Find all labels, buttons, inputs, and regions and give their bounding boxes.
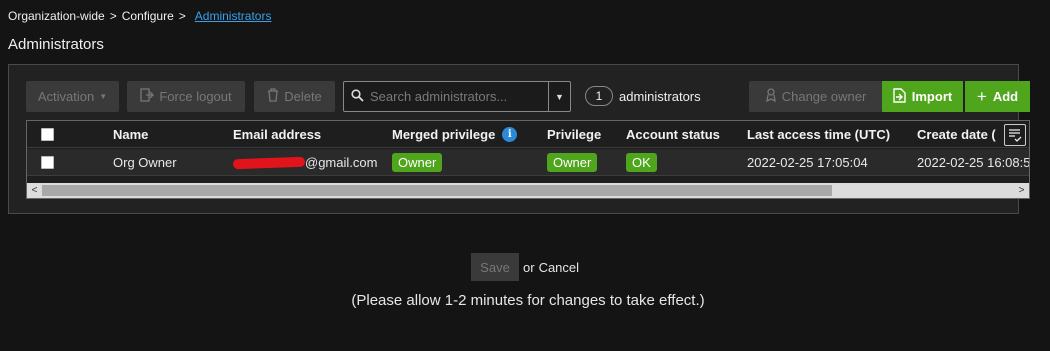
info-icon[interactable]: i bbox=[502, 127, 518, 142]
column-header-create-date[interactable]: Create date ( bbox=[917, 121, 996, 148]
column-header-account-status[interactable]: Account status bbox=[626, 121, 720, 148]
column-header-last-access[interactable]: Last access time (UTC) bbox=[747, 121, 890, 148]
scrollbar-thumb[interactable] bbox=[42, 185, 832, 196]
column-header-name[interactable]: Name bbox=[113, 121, 148, 148]
breadcrumb-separator: > bbox=[109, 9, 117, 23]
breadcrumb-item-organization-wide[interactable]: Organization-wide bbox=[8, 9, 105, 23]
save-button[interactable]: Save bbox=[471, 253, 519, 281]
cell-email: @gmail.com bbox=[232, 149, 378, 176]
add-label: Add bbox=[992, 89, 1019, 104]
activation-button[interactable]: Activation ▼ bbox=[26, 81, 119, 112]
row-checkbox[interactable] bbox=[41, 149, 54, 176]
cell-email-domain: @gmail.com bbox=[305, 155, 378, 170]
column-header-merged-privilege[interactable]: Merged privilege i bbox=[392, 121, 518, 148]
merged-privilege-label: Merged privilege bbox=[392, 127, 496, 142]
privilege-badge: Owner bbox=[547, 153, 598, 172]
breadcrumb: Organization-wide > Configure > Administ… bbox=[8, 9, 271, 23]
redaction-mark bbox=[232, 156, 306, 169]
cell-last-access: 2022-02-25 17:05:04 bbox=[747, 155, 868, 170]
trash-icon bbox=[267, 88, 279, 105]
activation-label: Activation bbox=[37, 89, 95, 104]
search-icon bbox=[344, 88, 370, 105]
column-header-email[interactable]: Email address bbox=[233, 121, 321, 148]
delete-button[interactable]: Delete bbox=[254, 81, 335, 112]
count-label: administrators bbox=[619, 88, 701, 104]
status-badge: OK bbox=[626, 153, 657, 172]
count-badge: 1 bbox=[585, 86, 613, 106]
logout-icon bbox=[140, 88, 155, 105]
column-header-privilege[interactable]: Privilege bbox=[547, 121, 601, 148]
cell-create-date: 2022-02-25 16:08:5 bbox=[917, 155, 1030, 170]
plus-icon: + bbox=[976, 86, 987, 106]
save-row: Save or Cancel bbox=[471, 253, 579, 281]
import-label: Import bbox=[911, 89, 953, 104]
cell-name: Org Owner bbox=[113, 155, 177, 170]
breadcrumb-current-link[interactable]: Administrators bbox=[195, 9, 272, 23]
owner-icon bbox=[765, 88, 777, 105]
scroll-right-icon[interactable]: > bbox=[1014, 183, 1029, 198]
page-title: Administrators bbox=[8, 36, 104, 53]
merged-privilege-badge: Owner bbox=[392, 153, 443, 172]
administrators-panel: Activation ▼ Force logout Delete ▼ 1 adm… bbox=[8, 64, 1030, 214]
changes-note: (Please allow 1-2 minutes for changes to… bbox=[351, 292, 705, 309]
import-button[interactable]: Import bbox=[882, 81, 963, 112]
cancel-link[interactable]: Cancel bbox=[539, 260, 579, 275]
import-icon bbox=[893, 87, 906, 106]
cell-privilege: Owner bbox=[547, 149, 598, 176]
breadcrumb-separator: > bbox=[178, 9, 186, 23]
or-text: or bbox=[523, 259, 535, 275]
search-box: ▼ bbox=[343, 81, 571, 112]
scroll-left-icon[interactable]: < bbox=[27, 183, 42, 198]
table-header: Name Email address Merged privilege i Pr… bbox=[27, 121, 1029, 148]
search-dropdown-icon[interactable]: ▼ bbox=[548, 82, 570, 111]
force-logout-label: Force logout bbox=[159, 89, 232, 104]
cell-merged-privilege: Owner bbox=[392, 149, 443, 176]
force-logout-button[interactable]: Force logout bbox=[127, 81, 245, 112]
change-owner-label: Change owner bbox=[781, 89, 867, 104]
breadcrumb-item-configure[interactable]: Configure bbox=[122, 9, 174, 23]
delete-label: Delete bbox=[284, 89, 322, 104]
column-settings-icon[interactable] bbox=[1004, 124, 1026, 146]
add-button[interactable]: + Add bbox=[965, 81, 1030, 112]
search-input[interactable] bbox=[370, 82, 548, 111]
cell-account-status: OK bbox=[626, 149, 657, 176]
select-all-checkbox[interactable] bbox=[41, 121, 54, 148]
administrator-count: 1 administrators bbox=[585, 86, 701, 106]
change-owner-button[interactable]: Change owner bbox=[749, 81, 882, 112]
administrators-table: Name Email address Merged privilege i Pr… bbox=[26, 120, 1030, 199]
table-row[interactable]: Org Owner @gmail.com Owner Owner OK 2022… bbox=[27, 149, 1029, 176]
caret-down-icon: ▼ bbox=[99, 92, 108, 101]
horizontal-scrollbar[interactable]: < > bbox=[27, 183, 1029, 198]
